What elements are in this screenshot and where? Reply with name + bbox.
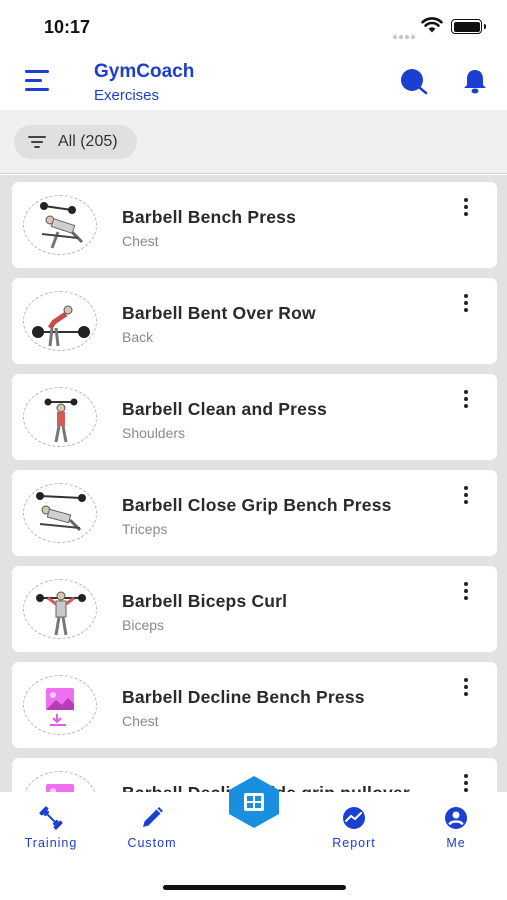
exercise-card[interactable]: Barbell Decline Bench Press Chest bbox=[12, 662, 497, 748]
exercise-muscle: Chest bbox=[122, 713, 159, 729]
filter-chip[interactable]: All (205) bbox=[14, 125, 137, 159]
exercise-card[interactable]: Barbell Close Grip Bench Press Triceps bbox=[12, 470, 497, 556]
exercise-card[interactable]: Barbell Bench Press Chest bbox=[12, 182, 497, 268]
exercise-name: Barbell Bent Over Row bbox=[122, 303, 316, 323]
exercise-thumbnail bbox=[23, 195, 97, 255]
nav-label: Report bbox=[332, 836, 376, 850]
battery-icon bbox=[451, 19, 486, 34]
exercise-thumbnail bbox=[23, 579, 97, 639]
image-placeholder-icon bbox=[23, 771, 97, 792]
more-options-icon[interactable] bbox=[460, 294, 472, 316]
nav-label: Me bbox=[446, 836, 466, 850]
exercise-muscle: Chest bbox=[122, 233, 159, 249]
more-options-icon[interactable] bbox=[460, 774, 472, 792]
exercise-name: Barbell Biceps Curl bbox=[122, 591, 288, 611]
more-options-icon[interactable] bbox=[460, 582, 472, 604]
exercise-muscle: Back bbox=[122, 329, 154, 345]
wifi-icon bbox=[421, 17, 443, 33]
exercise-muscle: Biceps bbox=[122, 617, 165, 633]
menu-icon[interactable] bbox=[25, 70, 51, 92]
exercise-card[interactable]: Barbell Biceps Curl Biceps bbox=[12, 566, 497, 652]
filter-icon bbox=[28, 136, 46, 148]
bell-icon[interactable] bbox=[461, 67, 489, 95]
grid-icon[interactable] bbox=[226, 776, 282, 828]
dumbbell-icon bbox=[39, 806, 63, 830]
filter-chip-label: All (205) bbox=[58, 133, 118, 150]
app-title: GymCoach bbox=[94, 61, 195, 82]
nav-custom[interactable]: Custom bbox=[112, 806, 192, 850]
exercise-name: Barbell Close Grip Bench Press bbox=[122, 495, 392, 515]
exercise-muscle: Triceps bbox=[122, 521, 168, 537]
exercise-thumbnail bbox=[23, 291, 97, 351]
pencil-icon bbox=[143, 807, 163, 827]
filter-bar: All (205) bbox=[0, 110, 507, 174]
exercise-name: Barbell Decline Bench Press bbox=[122, 687, 365, 707]
more-options-icon[interactable] bbox=[460, 678, 472, 700]
exercise-thumbnail bbox=[23, 387, 97, 447]
nav-me[interactable]: Me bbox=[416, 806, 496, 850]
bottom-nav: Training Custom Report Me bbox=[0, 776, 507, 900]
exercise-thumbnail bbox=[23, 483, 97, 543]
exercise-name: Barbell Clean and Press bbox=[122, 399, 327, 419]
nav-label: Training bbox=[24, 836, 78, 850]
signal-icon bbox=[393, 26, 417, 44]
more-options-icon[interactable] bbox=[460, 390, 472, 412]
status-time: 10:17 bbox=[44, 17, 91, 37]
exercise-muscle: Shoulders bbox=[122, 425, 186, 441]
nav-label: Custom bbox=[127, 836, 177, 850]
exercise-card[interactable]: Barbell Clean and Press Shoulders bbox=[12, 374, 497, 460]
status-bar: 10:17 bbox=[0, 0, 507, 52]
report-icon bbox=[343, 807, 365, 829]
exercise-name: Barbell Bench Press bbox=[122, 207, 297, 227]
exercise-list[interactable]: Barbell Bench Press Chest Barbell Bent O… bbox=[0, 175, 507, 792]
search-icon[interactable] bbox=[399, 68, 429, 96]
more-options-icon[interactable] bbox=[460, 198, 472, 220]
home-indicator[interactable] bbox=[163, 885, 346, 890]
more-options-icon[interactable] bbox=[460, 486, 472, 508]
page-subtitle: Exercises bbox=[94, 87, 160, 104]
app-header: GymCoach Exercises bbox=[0, 52, 507, 110]
image-placeholder-icon bbox=[23, 675, 97, 735]
nav-training[interactable]: Training bbox=[11, 806, 91, 850]
user-icon bbox=[445, 807, 467, 829]
exercise-card[interactable]: Barbell Bent Over Row Back bbox=[12, 278, 497, 364]
nav-report[interactable]: Report bbox=[314, 806, 394, 850]
